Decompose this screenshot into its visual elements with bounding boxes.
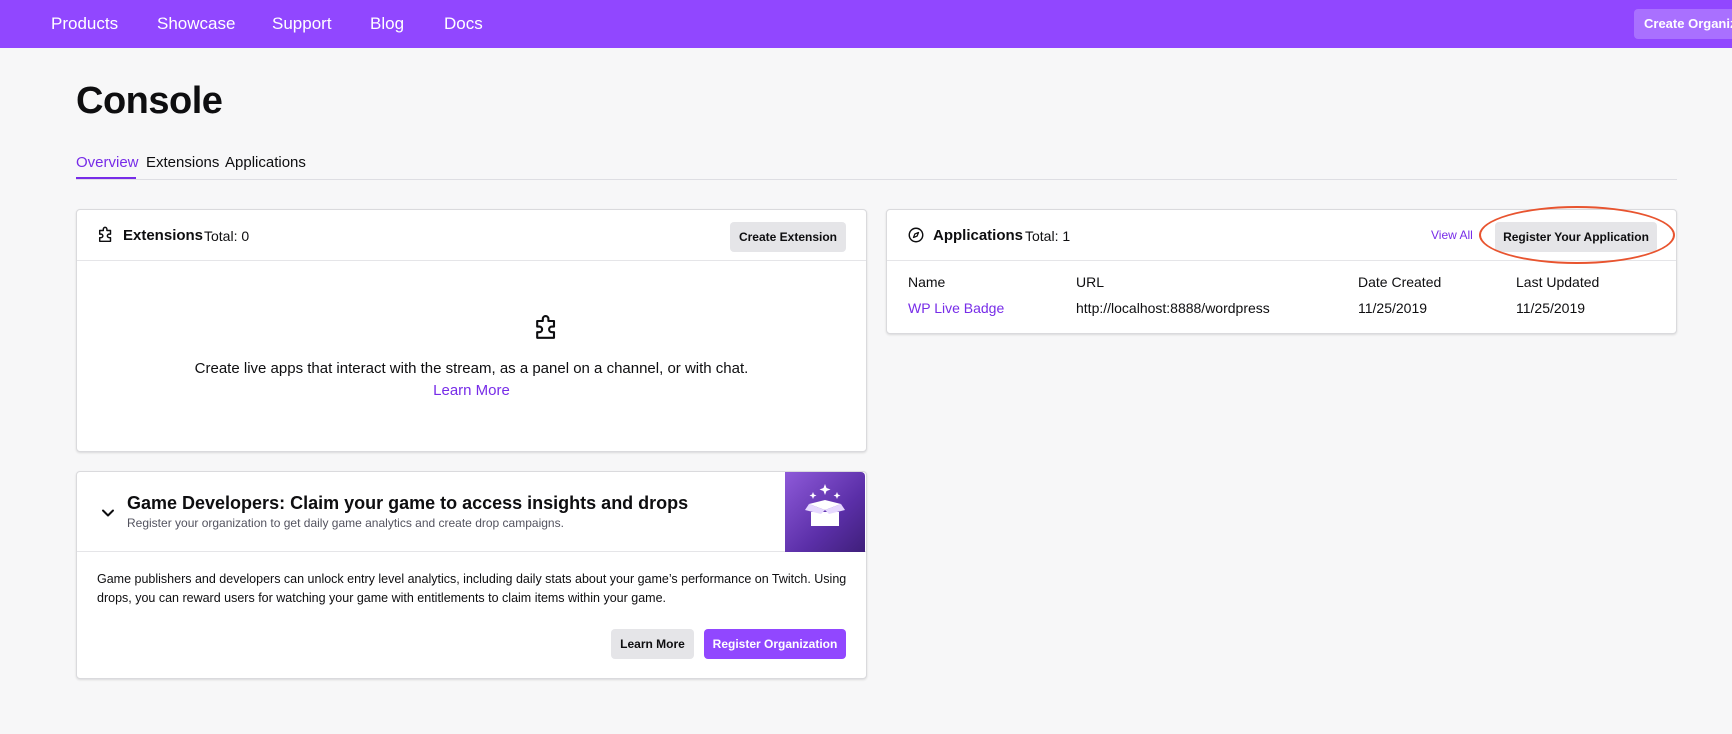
- extensions-empty-text: Create live apps that interact with the …: [194, 360, 749, 377]
- puzzle-icon: [536, 315, 556, 339]
- column-header-last-updated: Last Updated: [1516, 274, 1600, 290]
- app-url: http://localhost:8888/wordpress: [1076, 300, 1270, 316]
- applications-total: Total: 1: [1025, 228, 1071, 244]
- extensions-learn-more-link[interactable]: Learn More: [77, 382, 866, 399]
- create-organization-button[interactable]: Create Organization: [1634, 9, 1732, 39]
- game-developers-title: Game Developers: Claim your game to acce…: [127, 493, 689, 513]
- nav-link-products[interactable]: Products: [51, 14, 118, 34]
- console-tabs: Overview Extensions Applications: [76, 150, 1677, 180]
- nav-link-showcase[interactable]: Showcase: [157, 14, 235, 34]
- top-nav: Products Showcase Support Blog Docs Crea…: [0, 0, 1732, 48]
- learn-more-button[interactable]: Learn More: [611, 629, 694, 659]
- extensions-card-header: Extensions Total: 0 Create Extension: [77, 210, 866, 261]
- game-developers-card: Game Developers: Claim your game to acce…: [76, 471, 867, 679]
- app-last-updated: 11/25/2019: [1516, 300, 1586, 316]
- nav-link-support[interactable]: Support: [272, 14, 332, 34]
- nav-link-docs[interactable]: Docs: [444, 14, 483, 34]
- tab-overview[interactable]: Overview: [76, 154, 139, 171]
- column-header-url: URL: [1076, 274, 1105, 290]
- gift-box-icon: [785, 472, 865, 552]
- extensions-card: Extensions Total: 0 Create Extension Cre…: [76, 209, 867, 452]
- register-application-button[interactable]: Register Your Application: [1495, 222, 1657, 252]
- game-developers-header[interactable]: Game Developers: Claim your game to acce…: [77, 472, 866, 552]
- active-tab-indicator: [76, 177, 136, 179]
- applications-card: Applications Total: 1 View All Register …: [886, 209, 1677, 334]
- chevron-down-icon[interactable]: [101, 506, 115, 520]
- extensions-total: Total: 0: [204, 228, 250, 244]
- app-name-link[interactable]: WP Live Badge: [908, 300, 1004, 316]
- column-header-date-created: Date Created: [1358, 274, 1442, 290]
- applications-title: Applications: [933, 227, 1024, 244]
- column-header-name: Name: [908, 274, 946, 290]
- extensions-title: Extensions: [123, 227, 204, 244]
- tab-applications[interactable]: Applications: [225, 154, 306, 171]
- game-developers-subtitle: Register your organization to get daily …: [127, 516, 564, 530]
- compass-icon: [908, 227, 924, 243]
- register-organization-button[interactable]: Register Organization: [704, 629, 846, 659]
- tab-extensions[interactable]: Extensions: [146, 154, 219, 171]
- puzzle-icon: [98, 226, 112, 243]
- create-extension-button[interactable]: Create Extension: [730, 222, 846, 252]
- applications-card-header: Applications Total: 1 View All Register …: [887, 210, 1676, 261]
- view-all-link[interactable]: View All: [1431, 228, 1473, 242]
- app-date-created: 11/25/2019: [1358, 300, 1428, 316]
- page-title: Console: [76, 80, 223, 122]
- nav-link-blog[interactable]: Blog: [370, 14, 404, 34]
- game-developers-body: Game publishers and developers can unloc…: [97, 572, 847, 605]
